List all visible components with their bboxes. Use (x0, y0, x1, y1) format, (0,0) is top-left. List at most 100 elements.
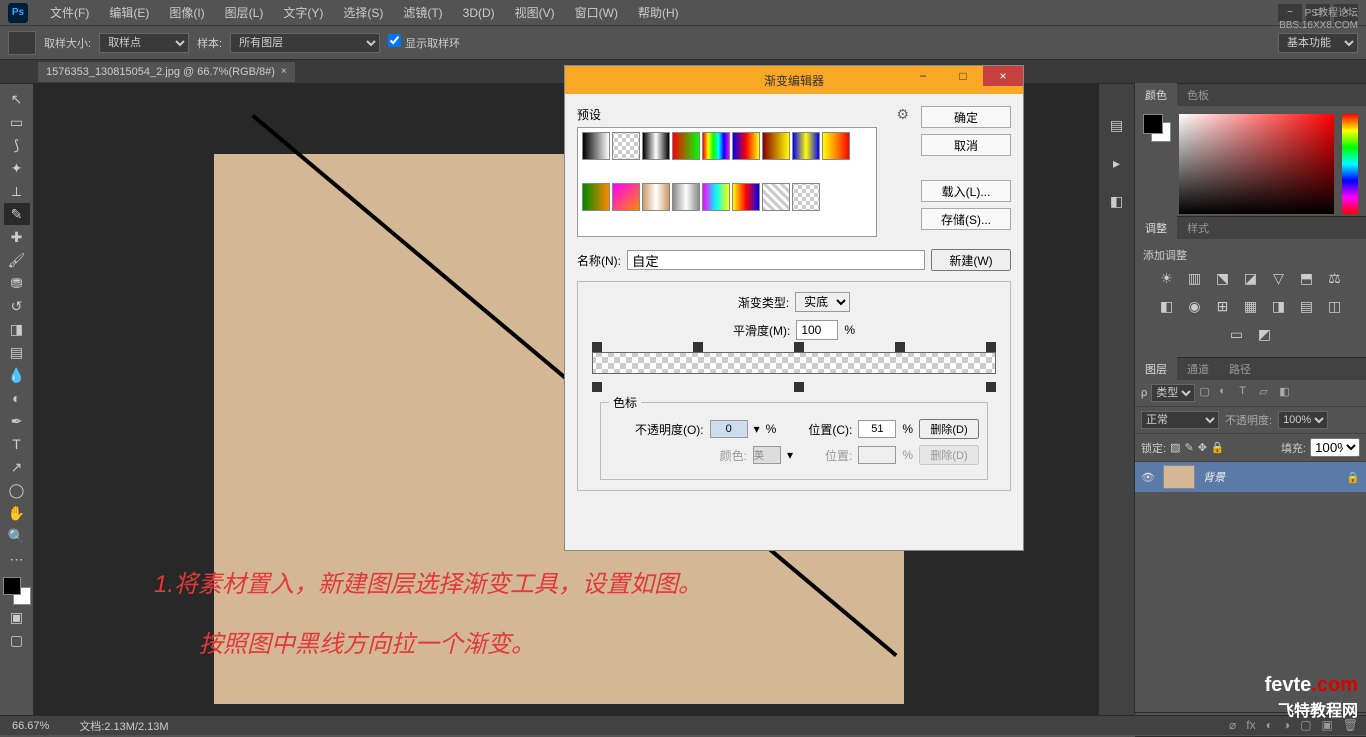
layer-opacity-input[interactable]: 100% (1278, 411, 1328, 429)
smoothness-input[interactable] (796, 320, 838, 340)
preset-swatch[interactable] (822, 132, 850, 160)
stamp-tool-icon[interactable]: ⛃ (4, 272, 30, 294)
workspace-dropdown[interactable]: 基本功能 (1278, 33, 1358, 53)
lock-pixels-icon[interactable]: ▨ (1170, 441, 1180, 454)
vibrance-icon[interactable]: ▽ (1270, 269, 1288, 287)
ok-button[interactable]: 确定 (921, 106, 1011, 128)
stop-position-input[interactable] (858, 420, 896, 438)
menu-help[interactable]: 帮助(H) (628, 4, 689, 21)
layer-thumbnail[interactable] (1163, 465, 1195, 489)
preset-swatch[interactable] (672, 132, 700, 160)
color-picker-swatch[interactable] (3, 577, 31, 605)
preset-swatch[interactable] (732, 132, 760, 160)
dialog-close-icon[interactable]: × (983, 66, 1023, 86)
link-layers-icon[interactable]: ⌀ (1229, 718, 1236, 732)
eyedropper-tool-icon[interactable]: ✎ (4, 203, 30, 225)
layers-tab[interactable]: 图层 (1135, 357, 1177, 381)
opacity-stop[interactable] (592, 342, 602, 352)
path-tool-icon[interactable]: ↗ (4, 456, 30, 478)
sample-size-dropdown[interactable]: 取样点 (99, 33, 189, 53)
preset-swatch[interactable] (582, 132, 610, 160)
preset-swatch[interactable] (702, 183, 730, 211)
menu-file[interactable]: 文件(F) (40, 4, 99, 21)
gradient-map-icon[interactable]: ▭ (1228, 325, 1246, 343)
color-tab[interactable]: 颜色 (1135, 83, 1177, 107)
filter-adjust-icon[interactable]: ◐ (1219, 385, 1235, 401)
preset-swatch[interactable] (612, 132, 640, 160)
menu-edit[interactable]: 编辑(E) (99, 4, 159, 21)
mixer-icon[interactable]: ⊞ (1214, 297, 1232, 315)
blend-mode-dropdown[interactable]: 正常 (1141, 411, 1219, 429)
cancel-button[interactable]: 取消 (921, 134, 1011, 156)
shape-tool-icon[interactable]: ◯ (4, 479, 30, 501)
delete-opacity-stop-button[interactable]: 删除(D) (919, 419, 979, 439)
brush-tool-icon[interactable]: 🖌 (4, 249, 30, 271)
zoom-level[interactable]: 66.67% (12, 720, 49, 732)
hand-tool-icon[interactable]: ✋ (4, 502, 30, 524)
selective-icon[interactable]: ◩ (1256, 325, 1274, 343)
preset-swatch[interactable] (642, 132, 670, 160)
pen-tool-icon[interactable]: ✒ (4, 410, 30, 432)
filter-image-icon[interactable]: ▢ (1199, 385, 1215, 401)
menu-layer[interactable]: 图层(L) (215, 4, 274, 21)
dialog-titlebar[interactable]: 渐变编辑器 − □ × (565, 66, 1023, 94)
photo-filter-icon[interactable]: ◉ (1186, 297, 1204, 315)
exposure-icon[interactable]: ◪ (1242, 269, 1260, 287)
sample-dropdown[interactable]: 所有图层 (230, 33, 380, 53)
menu-type[interactable]: 文字(Y) (273, 4, 333, 21)
opacity-stop[interactable] (895, 342, 905, 352)
hue-slider[interactable] (1342, 114, 1358, 214)
panel-fgbg-swatch[interactable] (1143, 114, 1171, 142)
presets-gear-icon[interactable]: ⚙ (896, 106, 909, 123)
eraser-tool-icon[interactable]: ◨ (4, 318, 30, 340)
opacity-stop[interactable] (794, 342, 804, 352)
filter-shape-icon[interactable]: ▱ (1259, 385, 1275, 401)
layer-row[interactable]: 👁 背景 🔒 (1135, 462, 1366, 492)
visibility-icon[interactable]: 👁 (1141, 471, 1155, 484)
fg-color-swatch[interactable] (3, 577, 21, 595)
load-button[interactable]: 载入(L)... (921, 180, 1011, 202)
history-brush-tool-icon[interactable]: ↺ (4, 295, 30, 317)
posterize-icon[interactable]: ▤ (1298, 297, 1316, 315)
gradient-type-dropdown[interactable]: 实底 (795, 292, 850, 312)
lock-all-icon[interactable]: 🔒 (1211, 441, 1225, 454)
menu-3d[interactable]: 3D(D) (453, 6, 505, 20)
preset-swatch[interactable] (702, 132, 730, 160)
color-stop[interactable] (794, 382, 804, 392)
blur-tool-icon[interactable]: 💧 (4, 364, 30, 386)
history-panel-icon[interactable]: ▤ (1106, 114, 1128, 136)
dialog-maximize-icon[interactable]: □ (943, 66, 983, 86)
preset-swatch[interactable] (732, 183, 760, 211)
color-field[interactable] (1179, 114, 1334, 214)
styles-tab[interactable]: 样式 (1177, 216, 1219, 240)
presets-grid[interactable] (577, 127, 877, 237)
preset-swatch[interactable] (582, 183, 610, 211)
opacity-stop[interactable] (693, 342, 703, 352)
gradient-bar[interactable] (592, 352, 996, 382)
properties-panel-icon[interactable]: ◧ (1106, 190, 1128, 212)
menu-select[interactable]: 选择(S) (333, 4, 393, 21)
tab-close-icon[interactable]: × (281, 66, 287, 77)
color-stop[interactable] (986, 382, 996, 392)
move-tool-icon[interactable]: ↖ (4, 88, 30, 110)
wand-tool-icon[interactable]: ✦ (4, 157, 30, 179)
document-tab[interactable]: 1576353_130815054_2.jpg @ 66.7%(RGB/8#) … (38, 62, 295, 82)
menu-filter[interactable]: 滤镜(T) (393, 4, 452, 21)
filter-smart-icon[interactable]: ◧ (1279, 385, 1295, 401)
tool-preset-icon[interactable] (8, 31, 36, 55)
new-button[interactable]: 新建(W) (931, 249, 1011, 271)
zoom-tool-icon[interactable]: 🔍 (4, 525, 30, 547)
show-ring-checkbox-label[interactable]: 显示取样环 (388, 34, 460, 51)
preset-swatch[interactable] (762, 183, 790, 211)
fx-icon[interactable]: fx (1246, 718, 1255, 732)
marquee-tool-icon[interactable]: ▭ (4, 111, 30, 133)
color-stop[interactable] (592, 382, 602, 392)
layer-filter-dropdown[interactable]: 类型 (1151, 384, 1195, 402)
preset-swatch[interactable] (612, 183, 640, 211)
adjustments-tab[interactable]: 调整 (1135, 216, 1177, 240)
lock-position-icon[interactable]: ✎ (1184, 441, 1193, 454)
show-ring-checkbox[interactable] (388, 34, 401, 47)
menu-image[interactable]: 图像(I) (159, 4, 214, 21)
save-button[interactable]: 存储(S)... (921, 208, 1011, 230)
menu-view[interactable]: 视图(V) (505, 4, 565, 21)
